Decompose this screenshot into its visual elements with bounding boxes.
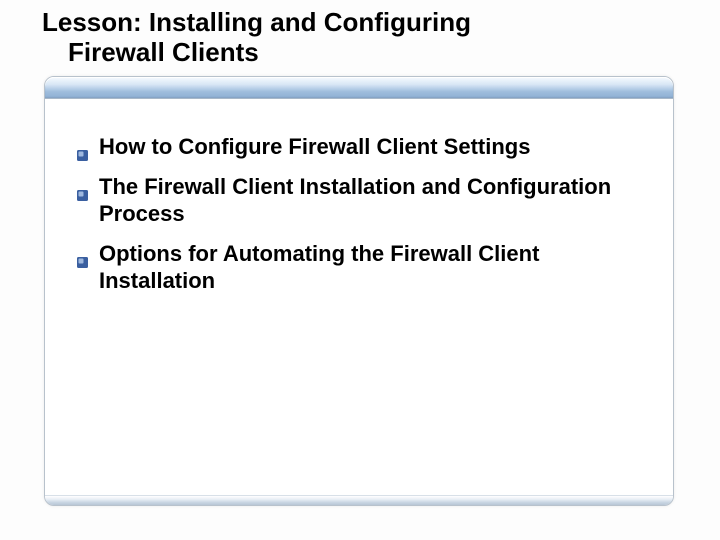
slide-title-line1: Lesson: Installing and Configuring [42, 8, 660, 38]
panel-header-bar [45, 77, 673, 99]
bullet-icon [77, 180, 88, 191]
content-panel: How to Configure Firewall Client Setting… [44, 76, 674, 506]
list-item: The Firewall Client Installation and Con… [95, 173, 633, 228]
bullet-icon [77, 140, 88, 151]
bullet-icon [77, 247, 88, 258]
slide-title: Lesson: Installing and Configuring Firew… [42, 8, 660, 68]
slide-title-line2: Firewall Clients [42, 38, 660, 68]
panel-footer-bar [45, 495, 673, 505]
list-item: Options for Automating the Firewall Clie… [95, 240, 633, 295]
bullet-list: How to Configure Firewall Client Setting… [45, 99, 673, 295]
list-item: How to Configure Firewall Client Setting… [95, 133, 633, 161]
list-item-text: The Firewall Client Installation and Con… [99, 174, 611, 227]
list-item-text: Options for Automating the Firewall Clie… [99, 241, 539, 294]
list-item-text: How to Configure Firewall Client Setting… [99, 134, 530, 159]
